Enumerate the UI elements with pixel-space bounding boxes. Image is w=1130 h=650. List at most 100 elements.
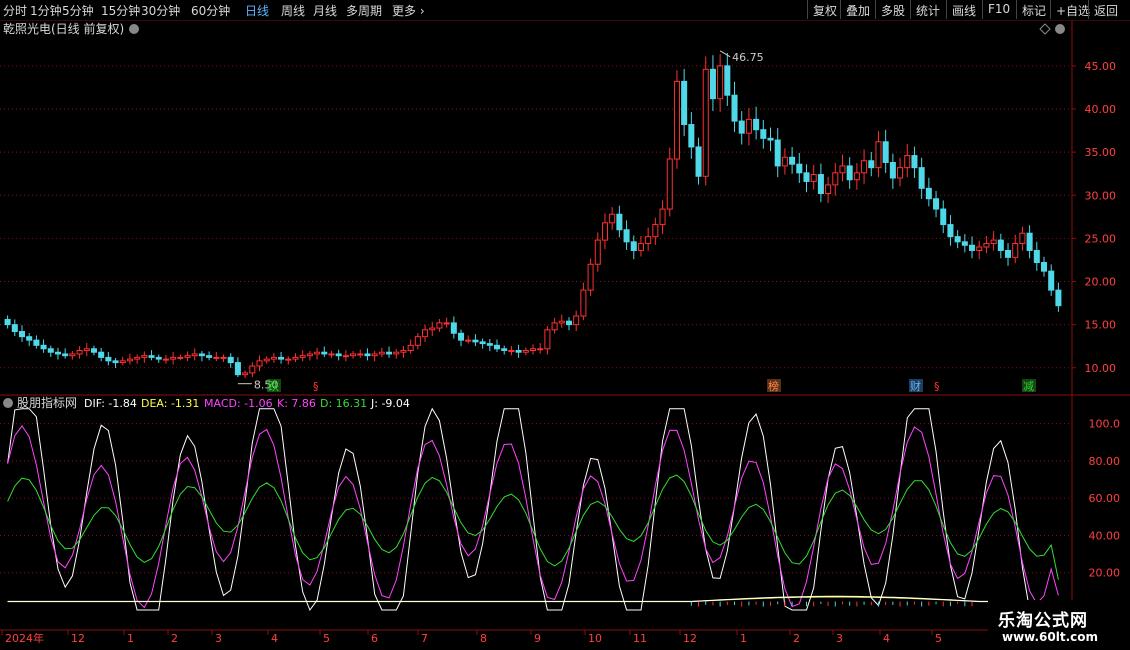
candle-body	[781, 156, 788, 167]
j-line	[7, 407, 1059, 612]
candle-body	[350, 353, 357, 357]
candle-body	[299, 355, 306, 358]
dif-line	[7, 595, 1059, 602]
candle-body	[976, 246, 983, 251]
candle-body	[414, 336, 421, 346]
date-axis-label: 1	[740, 632, 747, 645]
high-pointer	[719, 50, 731, 58]
indicator-axis-label: 60.00	[1089, 492, 1121, 505]
candle-body	[242, 372, 249, 376]
indicator-dropdown-icon[interactable]	[3, 398, 13, 408]
candle-body	[191, 353, 198, 357]
candle-body	[911, 155, 918, 169]
watermark-url: www.60lt.com	[1002, 630, 1099, 644]
event-marker: §	[313, 380, 319, 393]
candle-body	[630, 241, 637, 251]
date-axis-label: 7	[421, 632, 428, 645]
candle-body	[18, 331, 26, 338]
candle-body	[659, 208, 666, 226]
candle-body	[278, 356, 285, 360]
candle-body	[378, 351, 385, 355]
candle-body	[83, 348, 90, 351]
candle-body	[198, 353, 205, 357]
candle-body	[666, 158, 673, 210]
candle-body	[961, 241, 968, 246]
candle-body	[990, 239, 997, 245]
candle-body	[26, 336, 33, 341]
options-icon[interactable]	[1055, 24, 1065, 34]
price-axis-label: 30.00	[1085, 189, 1117, 202]
indicator-axis-label: 40.00	[1089, 529, 1121, 542]
candle-body	[645, 236, 652, 245]
candle-body	[673, 80, 680, 160]
candle-body	[637, 243, 644, 251]
event-marker: 榜	[768, 379, 779, 393]
candle-body	[760, 129, 767, 139]
candle-body	[450, 322, 457, 334]
candle-body	[997, 239, 1004, 251]
chart-area[interactable]: 乾照光电(日线 前复权) 股朋指标网 DIF: -1.84 DEA: -1.31 MAC…	[0, 0, 1130, 650]
candle-body	[206, 355, 213, 358]
candle-body	[256, 360, 263, 367]
candle-body	[126, 358, 133, 362]
candle-body	[328, 353, 335, 356]
candle-body	[371, 353, 378, 357]
candle-body	[479, 341, 486, 345]
event-marker: 财	[910, 379, 921, 393]
date-axis-label: 12	[71, 632, 85, 645]
candle-body	[565, 320, 573, 326]
event-marker: 减	[1023, 380, 1034, 393]
candle-body	[493, 344, 501, 350]
date-axis-label: 5	[935, 632, 942, 645]
candle-body	[522, 350, 529, 353]
date-axis-label: 2	[171, 632, 178, 645]
dropdown-icon[interactable]	[129, 24, 139, 34]
candle-body	[11, 324, 18, 333]
candle-body	[616, 213, 623, 231]
candle-body	[688, 124, 695, 148]
candle-body	[717, 65, 724, 100]
d-value: D: 16.31	[320, 397, 367, 410]
candle-body	[825, 184, 832, 195]
watermark: 乐淘公式网 www.60lt.com	[988, 600, 1130, 650]
indicator-axis-label: 80.00	[1089, 455, 1121, 468]
candle-body	[853, 172, 860, 181]
candle-body	[573, 315, 580, 326]
candle-body	[364, 353, 371, 357]
candle-body	[213, 356, 220, 359]
date-axis-label: 12	[683, 632, 697, 645]
diamond-icon[interactable]	[1039, 23, 1051, 35]
date-axis-label: 8	[480, 632, 487, 645]
candle-body	[306, 353, 313, 357]
candle-body	[501, 348, 508, 351]
candle-body	[76, 350, 83, 355]
event-marker: 跌	[268, 379, 279, 393]
candle-body	[587, 263, 594, 291]
candle-body	[62, 353, 69, 357]
candle-body	[184, 355, 191, 358]
candle-body	[695, 146, 702, 177]
candle-body	[4, 318, 11, 326]
dea-value: DEA: -1.31	[141, 397, 199, 410]
candle-body	[335, 353, 342, 357]
watermark-title: 乐淘公式网	[998, 611, 1088, 631]
candle-body	[1019, 232, 1026, 245]
candle-body	[508, 350, 515, 352]
candle-body	[227, 356, 234, 364]
indicator-name: 股朋指标网	[17, 395, 77, 410]
candle-body	[544, 329, 551, 350]
date-axis-label: 3	[836, 632, 843, 645]
candle-body	[90, 348, 97, 353]
candle-body	[925, 187, 932, 200]
candle-body	[314, 351, 321, 355]
stock-title: 乾照光电(日线 前复权)	[3, 21, 124, 36]
candle-body	[889, 161, 896, 179]
price-axis-label: 45.00	[1085, 60, 1117, 73]
candle-body	[558, 320, 565, 324]
candle-body	[155, 356, 162, 360]
candle-body	[177, 356, 184, 359]
dif-value: DIF: -1.84	[84, 397, 137, 410]
j-value: J: -9.04	[370, 397, 410, 410]
candle-body	[904, 155, 911, 169]
candle-body	[983, 243, 990, 248]
